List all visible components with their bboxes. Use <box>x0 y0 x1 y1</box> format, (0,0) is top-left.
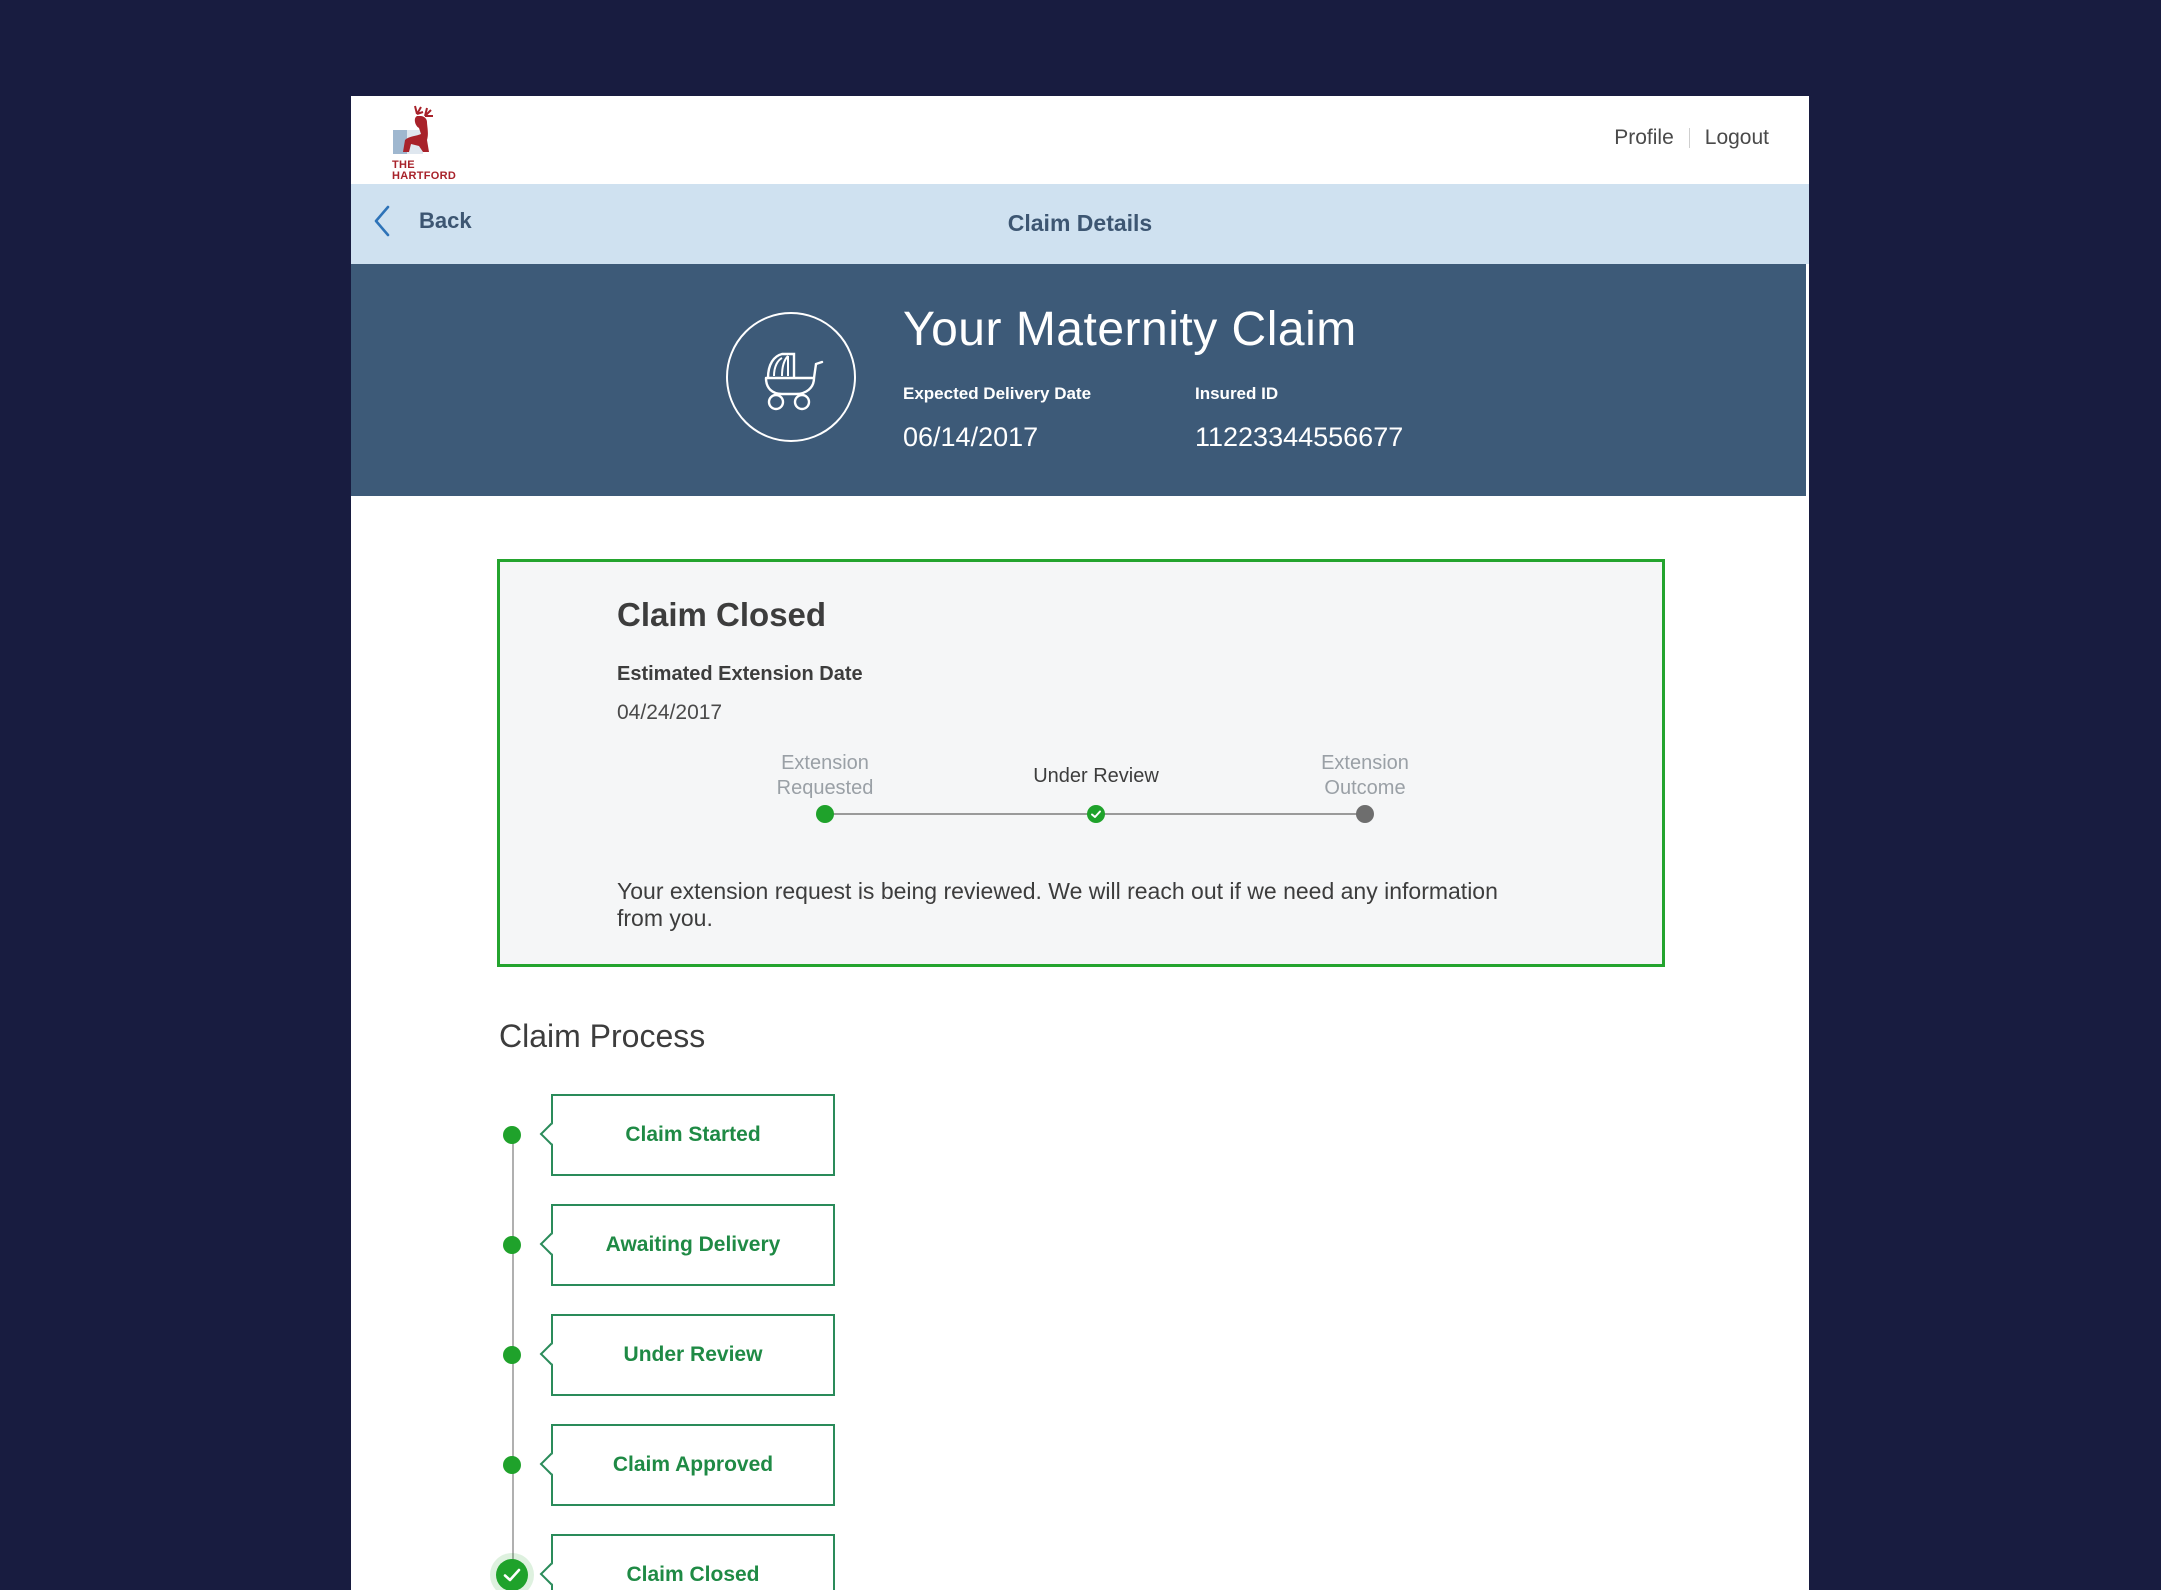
insured-id: Insured ID 11223344556677 <box>1195 384 1403 453</box>
expected-delivery-date: Expected Delivery Date 06/14/2017 <box>903 384 1091 453</box>
check-icon <box>1091 810 1101 818</box>
app-page: THE HARTFORD Profile Logout Back Claim D… <box>351 96 1809 1590</box>
top-bar: THE HARTFORD Profile Logout <box>351 96 1809 184</box>
status-message: Your extension request is being reviewed… <box>617 878 1498 931</box>
logout-link[interactable]: Logout <box>1705 126 1769 150</box>
step-awaiting-delivery[interactable]: Awaiting Delivery <box>551 1204 835 1286</box>
field-label: Expected Delivery Date <box>903 384 1092 403</box>
step-under-review[interactable]: Under Review <box>551 1314 835 1396</box>
tracker-dot-done <box>816 805 834 823</box>
tracker-label-outcome: Extension Outcome <box>1321 752 1409 799</box>
claim-process-title: Claim Process <box>499 1018 706 1054</box>
step-dot <box>503 1236 521 1254</box>
claim-hero: Your Maternity Claim Expected Delivery D… <box>351 264 1806 496</box>
field-value: 06/14/2017 <box>903 422 1039 452</box>
logo-text: THE HARTFORD <box>392 159 457 182</box>
step-dot <box>503 1456 521 1474</box>
hartford-logo[interactable]: THE HARTFORD <box>371 104 456 182</box>
top-links: Profile Logout <box>1614 126 1769 150</box>
claim-status-card: Claim Closed Estimated Extension Date 04… <box>497 559 1665 967</box>
page-title: Claim Details <box>1007 210 1153 236</box>
step-dot <box>503 1126 521 1144</box>
step-claim-approved[interactable]: Claim Approved <box>551 1424 835 1506</box>
tracker-dot-future <box>1356 805 1374 823</box>
tracker-dot-current <box>1087 805 1105 823</box>
field-label: Insured ID <box>1195 384 1279 403</box>
profile-link[interactable]: Profile <box>1614 126 1674 150</box>
step-claim-closed[interactable]: Claim Closed <box>551 1534 835 1590</box>
step-dot-current <box>496 1559 528 1590</box>
baby-carriage-icon <box>726 312 856 442</box>
claim-title: Your Maternity Claim <box>903 303 1357 356</box>
step-claim-started[interactable]: Claim Started <box>551 1094 835 1176</box>
tracker-label-requested: Extension Requested <box>776 752 874 799</box>
field-value: 11223344556677 <box>1195 422 1404 452</box>
step-dot <box>503 1346 521 1364</box>
link-divider <box>1688 128 1690 148</box>
sub-navigation: Back Claim Details <box>351 184 1809 264</box>
tracker-label-under-review: Under Review <box>1033 765 1159 787</box>
check-icon <box>503 1568 521 1582</box>
